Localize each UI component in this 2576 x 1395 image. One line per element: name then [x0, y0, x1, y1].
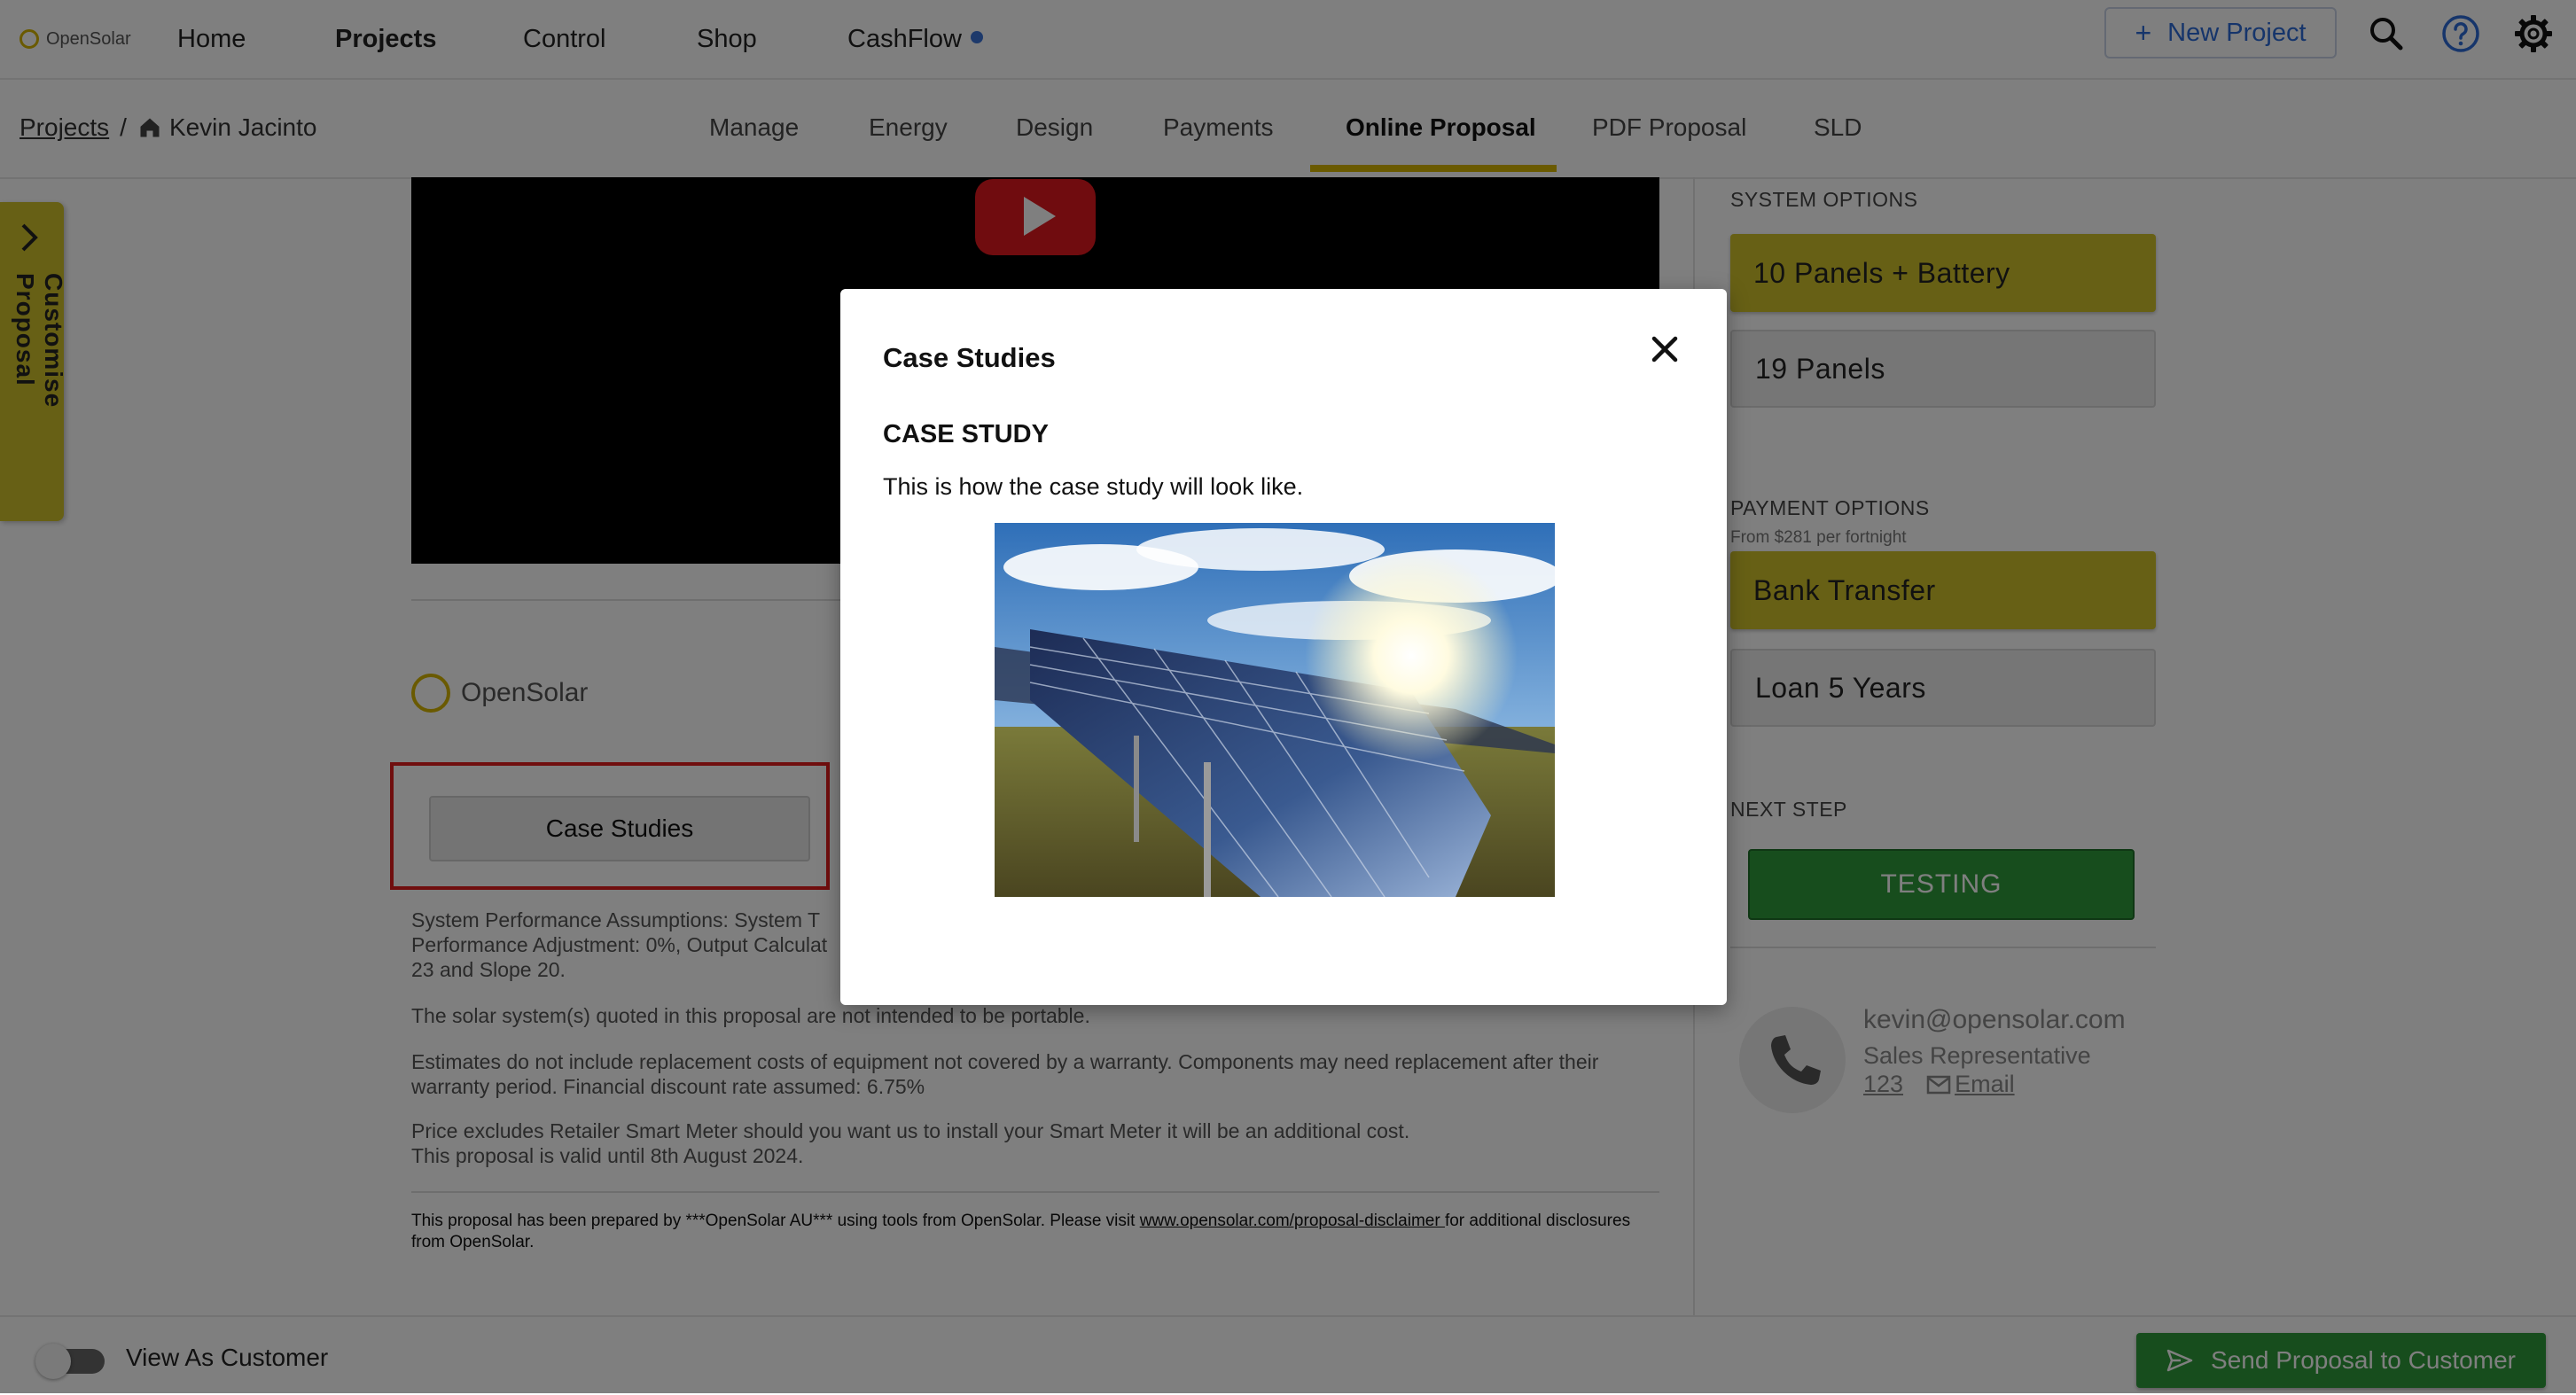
- case-study-description: This is how the case study will look lik…: [883, 473, 1304, 500]
- case-study-image: [995, 523, 1555, 897]
- case-study-heading: CASE STUDY: [883, 420, 1049, 448]
- solar-panels-image: [995, 523, 1555, 897]
- case-studies-dialog: Case Studies CASE STUDY This is how the …: [840, 289, 1727, 1005]
- close-icon[interactable]: [1643, 328, 1686, 370]
- dialog-title: Case Studies: [883, 342, 1056, 373]
